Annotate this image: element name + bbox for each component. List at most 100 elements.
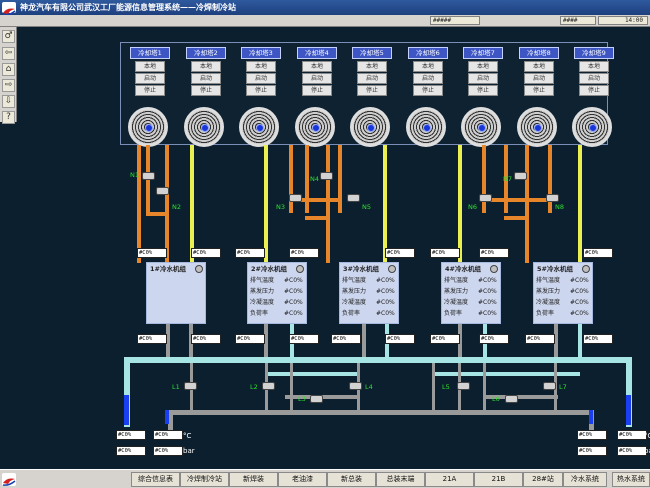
status-indicator-icon [490, 265, 498, 273]
data-readout: #C0% [289, 334, 319, 344]
nav-button-10[interactable]: 冷水系统 [563, 472, 607, 487]
chiller-unit-3[interactable]: 3#冷水机组 排气温度 #C0% 蒸发压力 #C0% 冷凝温度 #C0% 负荷率 #C0% [339, 262, 399, 324]
chiller-param-label: 蒸发压力 [342, 288, 367, 295]
riser-pipe [578, 145, 582, 263]
valve-label: L1 [172, 383, 180, 391]
nav-button-3[interactable]: 新焊装 [229, 472, 278, 487]
data-readout: #C0% [385, 248, 415, 258]
chiller-param-label: 冷凝温度 [536, 299, 561, 306]
chiller-unit-2[interactable]: 2#冷水机组 排气温度 #C0% 蒸发压力 #C0% 冷凝温度 #C0% 负荷率 #C0% [247, 262, 307, 324]
chiller-param-value: #C0% [376, 288, 395, 295]
chiller-param-value: #C0% [284, 288, 303, 295]
valve-N3[interactable] [289, 194, 302, 202]
nav-button-8[interactable]: 21B [474, 472, 523, 487]
nav-button-11[interactable]: 热水系统 [612, 472, 650, 487]
riser-pipe [525, 145, 529, 263]
connector-pipe [482, 198, 552, 202]
blue-end-pipe [165, 410, 169, 424]
nav-button-6[interactable]: 总装末端 [376, 472, 425, 487]
valve-label: L2 [250, 383, 258, 391]
chiller-title: 1#冷水机组 [150, 265, 186, 273]
valve-label: L6 [492, 395, 500, 403]
data-readout: #C0% [617, 446, 647, 456]
nav-button-7[interactable]: 21A [425, 472, 474, 487]
chiller-title: 5#冷水机组 [537, 265, 573, 273]
status-indicator-icon [582, 265, 590, 273]
data-readout: #C0% [525, 334, 555, 344]
valve-L5[interactable] [457, 382, 470, 390]
pressure-unit: bar [644, 447, 650, 455]
chiller-param-value: #C0% [376, 299, 395, 306]
riser-pipe [338, 145, 342, 213]
valve-N2[interactable] [156, 187, 169, 195]
chiller-title: 2#冷水机组 [251, 265, 287, 273]
valve-L6[interactable] [505, 395, 518, 403]
data-readout: #C0% [116, 430, 146, 440]
valve-N6[interactable] [479, 194, 492, 202]
chiller-param-value: #C0% [376, 310, 395, 317]
chiller-param-label: 冷凝温度 [342, 299, 367, 306]
chiller-param-label: 冷凝温度 [250, 299, 275, 306]
temp-unit: °C [644, 432, 650, 440]
valve-N7[interactable] [514, 172, 527, 180]
status-indicator-icon [296, 265, 304, 273]
valve-L7[interactable] [543, 382, 556, 390]
connector-pipe [146, 212, 169, 216]
riser-pipe [458, 145, 462, 263]
data-readout: #C0% [191, 248, 221, 258]
chiller-param-label: 排气温度 [444, 277, 469, 284]
chiller-param-label: 冷凝温度 [444, 299, 469, 306]
valve-label: N2 [172, 203, 181, 211]
valve-N8[interactable] [546, 194, 559, 202]
data-readout: #C0% [479, 248, 509, 258]
valve-label: N6 [468, 203, 477, 211]
data-readout: #C0% [430, 334, 460, 344]
valve-N5[interactable] [347, 194, 360, 202]
valve-L2[interactable] [262, 382, 275, 390]
nav-button-1[interactable]: 综合信息表 [131, 472, 180, 487]
data-readout: #C0% [153, 446, 183, 456]
chiller-param-label: 排气温度 [342, 277, 367, 284]
valve-L3[interactable] [310, 395, 323, 403]
riser-pipe [482, 145, 486, 213]
data-readout: #C0% [583, 248, 613, 258]
pressure-unit: bar [183, 447, 195, 455]
overlay-layer: N1 N2 N3 N4 N5 N6 N7 N8 L1 L2 L3 L4 L5 L6 L7 #C0% #C0% #C… [0, 0, 650, 488]
chiller-param-value: #C0% [478, 299, 497, 306]
valve-label: N5 [362, 203, 371, 211]
valve-L4[interactable] [349, 382, 362, 390]
branch-pipe [265, 372, 358, 376]
chiller-param-label: 负荷率 [250, 310, 269, 317]
scada-window: 神龙汽车有限公司武汉工厂能源信息管理系统——冷焊制冷站 ##### #### 1… [0, 0, 650, 488]
data-readout: #C0% [430, 248, 460, 258]
data-readout: #C0% [137, 248, 167, 258]
chiller-param-value: #C0% [570, 310, 589, 317]
valve-label: L3 [298, 395, 306, 403]
chiller-unit-1[interactable]: 1#冷水机组 [146, 262, 206, 324]
vertical-pipe [432, 363, 435, 410]
nav-button-9[interactable]: 28#站 [523, 472, 563, 487]
valve-L1[interactable] [184, 382, 197, 390]
chiller-param-value: #C0% [478, 277, 497, 284]
data-readout: #C0% [191, 334, 221, 344]
chiller-param-value: #C0% [570, 277, 589, 284]
nav-button-5[interactable]: 新总装 [327, 472, 376, 487]
status-indicator-icon [195, 265, 203, 273]
return-header-pipe [168, 410, 594, 415]
valve-label: N3 [276, 203, 285, 211]
chiller-param-label: 排气温度 [536, 277, 561, 284]
chiller-param-label: 排气温度 [250, 277, 275, 284]
chiller-param-label: 负荷率 [444, 310, 463, 317]
valve-N1[interactable] [142, 172, 155, 180]
valve-N4[interactable] [320, 172, 333, 180]
connector-pipe [305, 216, 329, 220]
riser-pipe [146, 145, 150, 215]
riser-pipe [264, 145, 268, 263]
data-readout: #C0% [385, 334, 415, 344]
chiller-unit-5[interactable]: 5#冷水机组 排气温度 #C0% 蒸发压力 #C0% 冷凝温度 #C0% 负荷率 #C0% [533, 262, 593, 324]
riser-pipe [305, 145, 309, 213]
nav-button-2[interactable]: 冷焊制冷站 [180, 472, 229, 487]
nav-button-4[interactable]: 老油漆 [278, 472, 327, 487]
valve-label: N4 [310, 175, 319, 183]
chiller-unit-4[interactable]: 4#冷水机组 排气温度 #C0% 蒸发压力 #C0% 冷凝温度 #C0% 负荷率 #C0% [441, 262, 501, 324]
